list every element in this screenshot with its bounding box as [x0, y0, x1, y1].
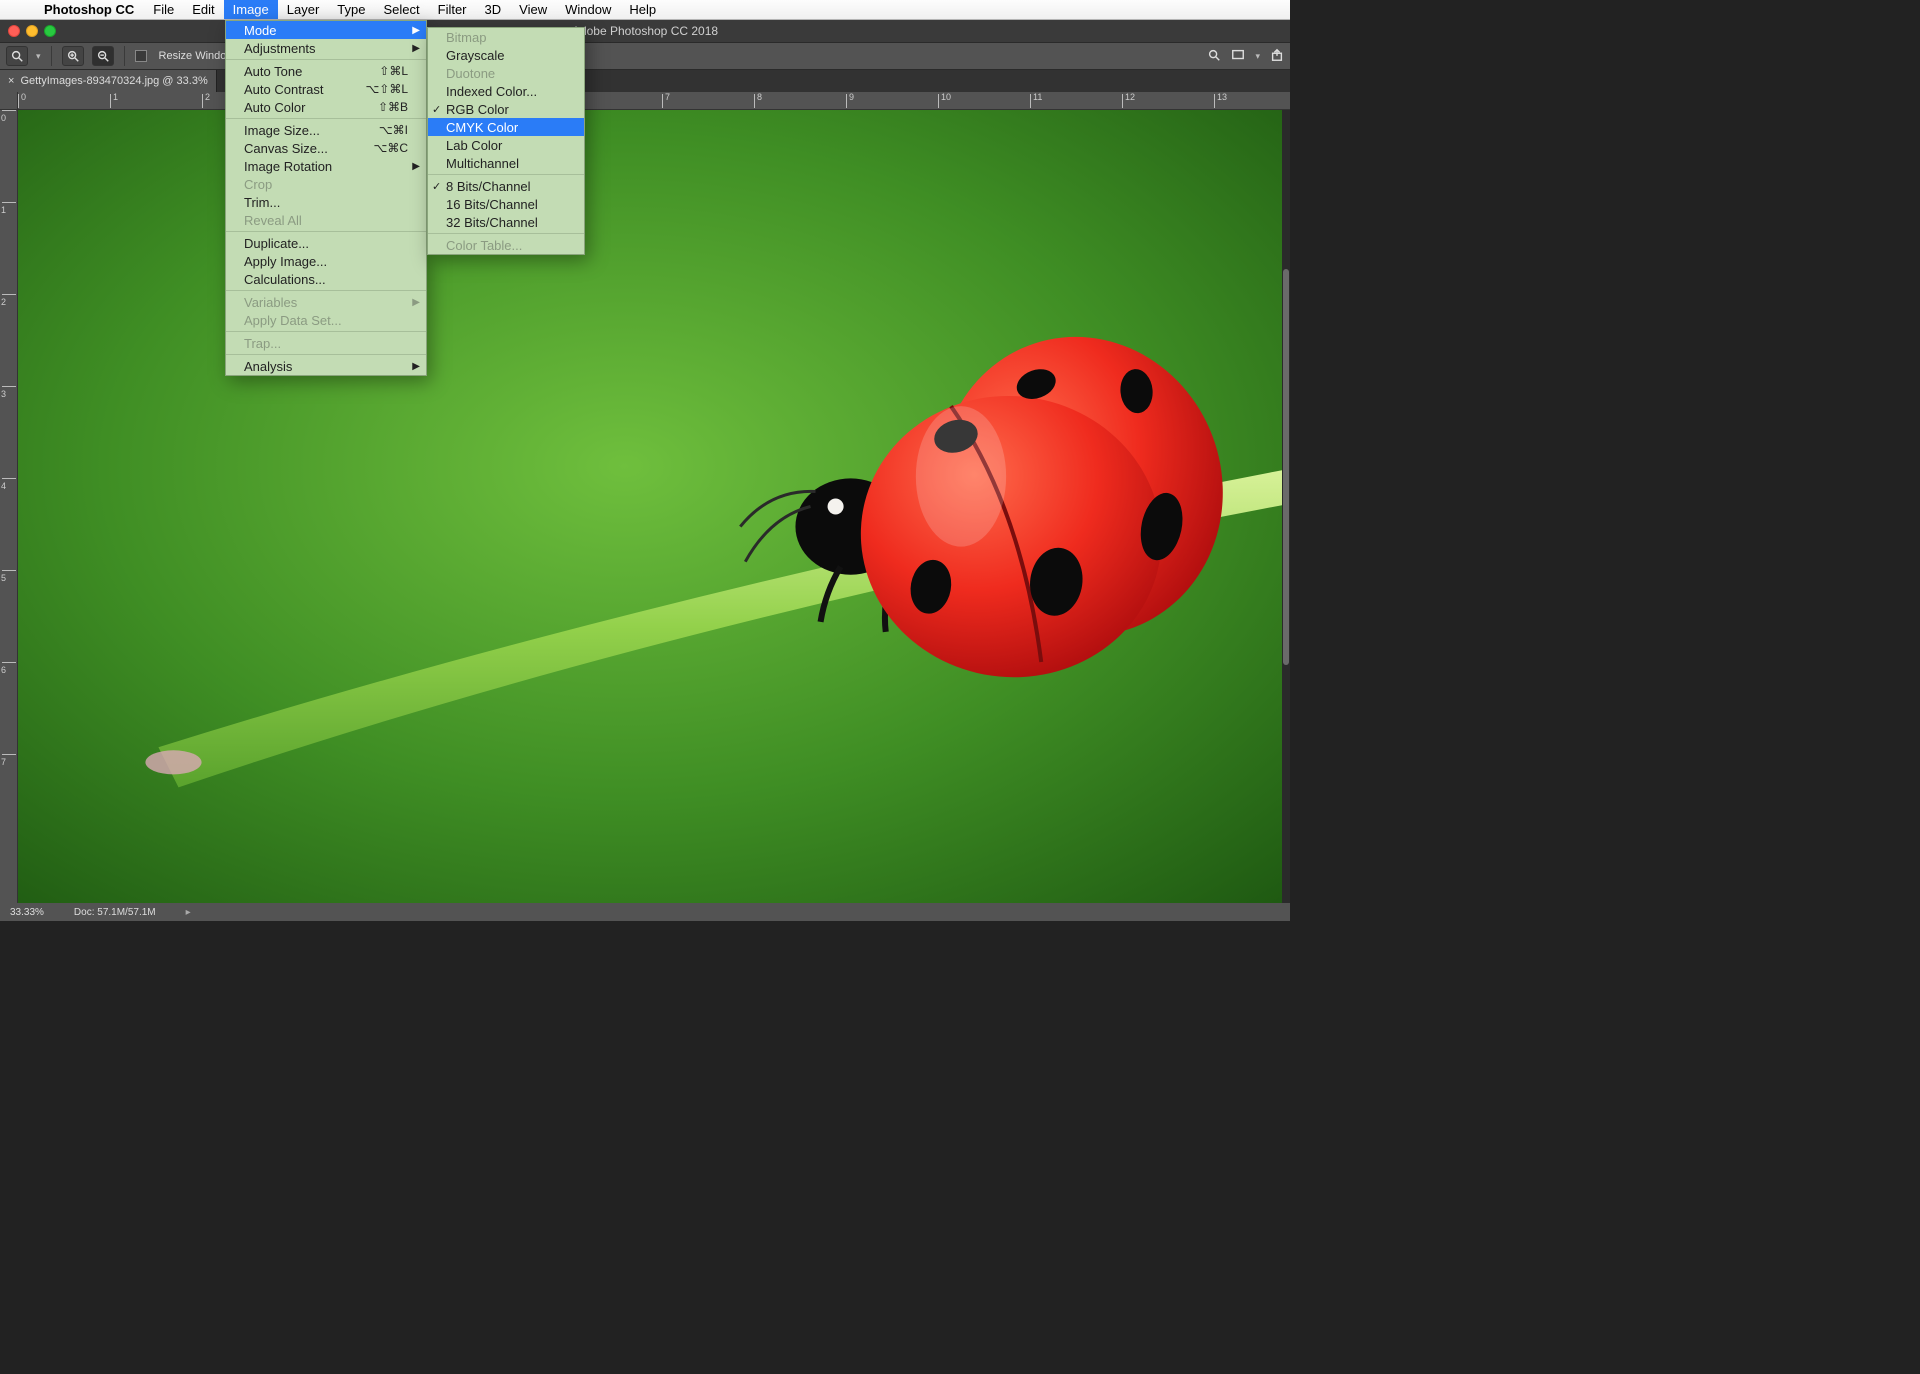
scrollbar-thumb[interactable]: [1283, 269, 1289, 666]
mode-menu-multichannel[interactable]: Multichannel: [428, 154, 584, 172]
image-menu-auto-color[interactable]: Auto Color⇧⌘B: [226, 98, 426, 116]
mode-menu-rgb-color[interactable]: ✓RGB Color: [428, 100, 584, 118]
document-tabbar: × GettyImages-893470324.jpg @ 33.3%: [0, 70, 1290, 92]
image-menu-auto-contrast[interactable]: Auto Contrast⌥⇧⌘L: [226, 80, 426, 98]
menu-view[interactable]: View: [510, 0, 556, 19]
ruler-vertical[interactable]: 01234567: [0, 110, 18, 903]
tool-magnifier-icon[interactable]: [6, 46, 28, 66]
app-name[interactable]: Photoshop CC: [34, 2, 144, 17]
image-menu-calculations[interactable]: Calculations...: [226, 270, 426, 288]
mode-menu-indexed-color[interactable]: Indexed Color...: [428, 82, 584, 100]
image-menu-variables: Variables▶: [226, 293, 426, 311]
menu-select[interactable]: Select: [374, 0, 428, 19]
menu-edit[interactable]: Edit: [183, 0, 223, 19]
menu-type[interactable]: Type: [328, 0, 374, 19]
mode-menu-grayscale[interactable]: Grayscale: [428, 46, 584, 64]
document-tab[interactable]: × GettyImages-893470324.jpg @ 33.3%: [0, 70, 217, 92]
zoom-level[interactable]: 33.33%: [10, 907, 44, 918]
mode-menu-cmyk-color[interactable]: CMYK Color: [428, 118, 584, 136]
image-menu-duplicate[interactable]: Duplicate...: [226, 234, 426, 252]
window-titlebar: Adobe Photoshop CC 2018: [0, 20, 1290, 42]
close-icon[interactable]: [8, 25, 20, 37]
image-menu-mode[interactable]: Mode▶: [226, 21, 426, 39]
ruler-horizontal[interactable]: 012345678910111213: [18, 92, 1290, 110]
menu-help[interactable]: Help: [620, 0, 665, 19]
image-menu-analysis[interactable]: Analysis▶: [226, 357, 426, 375]
document-tab-label: GettyImages-893470324.jpg @ 33.3%: [20, 75, 207, 87]
menu-filter[interactable]: Filter: [429, 0, 476, 19]
minimize-icon[interactable]: [26, 25, 38, 37]
image-menu-auto-tone[interactable]: Auto Tone⇧⌘L: [226, 62, 426, 80]
menu-3d[interactable]: 3D: [476, 0, 511, 19]
image-menu-apply-image[interactable]: Apply Image...: [226, 252, 426, 270]
image-menu-trim[interactable]: Trim...: [226, 193, 426, 211]
zoom-in-button[interactable]: [62, 46, 84, 66]
workspace: 012345678910111213 01234567: [0, 92, 1290, 903]
search-icon[interactable]: [1207, 48, 1221, 65]
mode-menu-8-bits-channel[interactable]: ✓8 Bits/Channel: [428, 177, 584, 195]
menu-image[interactable]: Image: [224, 0, 278, 19]
image-menu-image-rotation[interactable]: Image Rotation▶: [226, 157, 426, 175]
image-menu-adjustments[interactable]: Adjustments▶: [226, 39, 426, 57]
image-menu-crop: Crop: [226, 175, 426, 193]
status-flyout-icon[interactable]: ▸: [186, 907, 191, 918]
mode-menu-16-bits-channel[interactable]: 16 Bits/Channel: [428, 195, 584, 213]
mode-menu-32-bits-channel[interactable]: 32 Bits/Channel: [428, 213, 584, 231]
share-icon[interactable]: [1270, 48, 1284, 65]
zoom-out-button[interactable]: [92, 46, 114, 66]
menu-layer[interactable]: Layer: [278, 0, 329, 19]
menu-file[interactable]: File: [144, 0, 183, 19]
mode-menu-bitmap: Bitmap: [428, 28, 584, 46]
mode-menu-color-table: Color Table...: [428, 236, 584, 254]
window-title: Adobe Photoshop CC 2018: [572, 24, 718, 38]
menu-window[interactable]: Window: [556, 0, 620, 19]
screen-mode-icon[interactable]: [1231, 48, 1245, 65]
mac-menubar: Photoshop CC FileEditImageLayerTypeSelec…: [0, 0, 1290, 20]
image-menu-apply-data-set: Apply Data Set...: [226, 311, 426, 329]
mode-submenu: BitmapGrayscaleDuotoneIndexed Color...✓R…: [427, 27, 585, 255]
maximize-icon[interactable]: [44, 25, 56, 37]
image-menu-image-size[interactable]: Image Size...⌥⌘I: [226, 121, 426, 139]
window-controls: [0, 25, 56, 37]
image-menu: Mode▶Adjustments▶ Auto Tone⇧⌘LAuto Contra…: [225, 20, 427, 376]
chevron-down-icon[interactable]: ▾: [1255, 51, 1260, 62]
document-image: [18, 110, 1282, 903]
ruler-origin[interactable]: [0, 92, 18, 110]
resize-windows-checkbox[interactable]: [135, 50, 147, 62]
image-menu-canvas-size[interactable]: Canvas Size...⌥⌘C: [226, 139, 426, 157]
image-menu-trap: Trap...: [226, 334, 426, 352]
status-bar: 33.33% Doc: 57.1M/57.1M ▸: [0, 903, 1290, 921]
vertical-scrollbar[interactable]: [1282, 110, 1290, 903]
canvas[interactable]: [18, 110, 1282, 903]
options-bar: ▾ Resize Windows to Fit ▾: [0, 42, 1290, 70]
chevron-down-icon[interactable]: ▾: [36, 51, 41, 62]
mode-menu-duotone: Duotone: [428, 64, 584, 82]
tab-close-icon[interactable]: ×: [8, 75, 14, 87]
image-menu-reveal-all: Reveal All: [226, 211, 426, 229]
doc-size[interactable]: Doc: 57.1M/57.1M: [74, 907, 156, 918]
mode-menu-lab-color[interactable]: Lab Color: [428, 136, 584, 154]
